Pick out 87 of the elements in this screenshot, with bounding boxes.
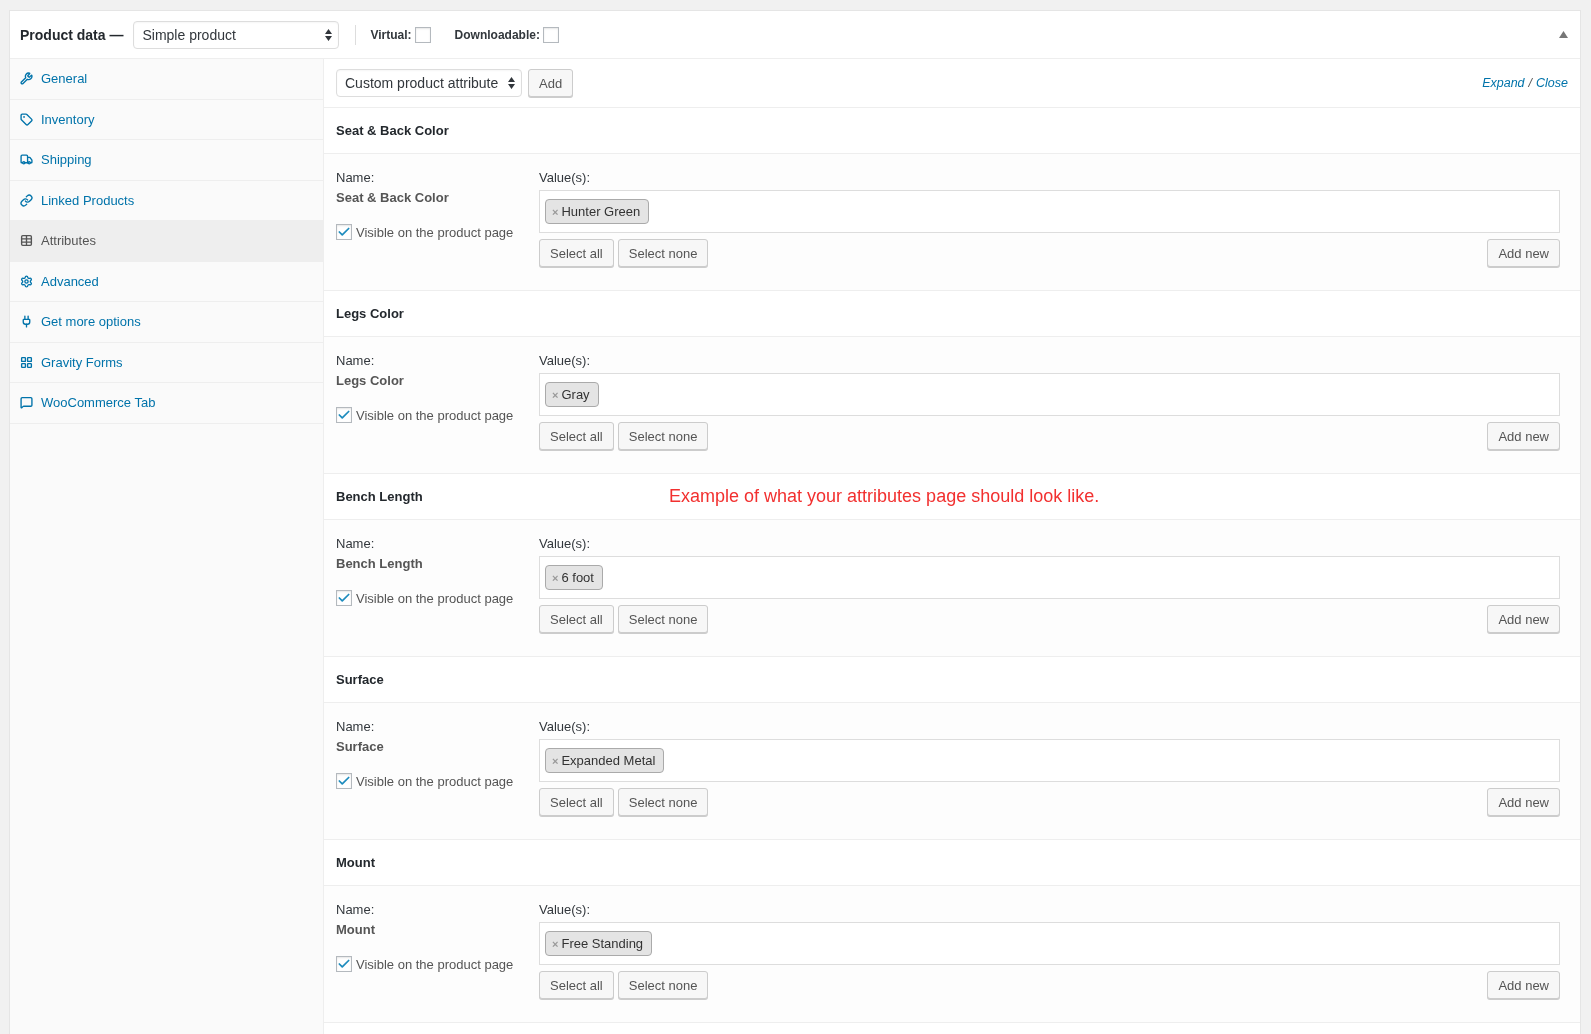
select-button[interactable]: Select all <box>539 605 614 633</box>
annotation-text: Example of what your attributes page should look like. <box>669 486 1100 507</box>
select-button[interactable]: Select all <box>539 422 614 450</box>
values-label: Value(s): <box>539 718 592 736</box>
sidebar-tab[interactable]: Gravity Forms <box>10 342 323 383</box>
values-label: Value(s): <box>539 169 592 187</box>
expand-link[interactable]: Expand <box>1482 76 1525 90</box>
attribute-name: Surface <box>336 738 385 756</box>
tag-label: Gray <box>561 387 590 402</box>
close-link[interactable]: Close <box>1536 76 1568 90</box>
values-field[interactable]: × Free Standing <box>539 922 1560 965</box>
checkbox-label: Visible on the product page <box>356 773 514 789</box>
attribute-name: Legs Color <box>336 372 405 390</box>
values-field[interactable]: × Gray <box>539 373 1560 416</box>
sidebar-tab[interactable]: Shipping <box>10 140 323 181</box>
sidebar-tab[interactable]: Advanced <box>10 261 323 302</box>
panel-title: Product data — <box>20 26 124 43</box>
select-button[interactable]: Select none <box>617 239 709 267</box>
collapse-triangle-icon[interactable] <box>1559 31 1568 38</box>
add-new-button[interactable]: Add new <box>1487 605 1560 633</box>
sidebar-tab[interactable]: General <box>10 59 323 100</box>
link-icon <box>20 193 33 207</box>
checkbox-label: Visible on the product page <box>356 224 514 240</box>
checkbox[interactable] <box>414 26 431 43</box>
select-arrows-icon <box>508 77 515 89</box>
attribute-select[interactable]: Custom product attribute <box>336 69 522 97</box>
tag-icon <box>20 112 33 126</box>
select-button[interactable]: Select none <box>617 971 709 999</box>
name-label: Name: <box>336 718 376 736</box>
add-button[interactable]: Add <box>528 69 574 97</box>
name-label: Name: <box>336 169 376 187</box>
name-label: Name: <box>336 535 376 553</box>
tag-label: 6 foot <box>561 570 594 585</box>
tag-label: Expanded Metal <box>561 753 656 768</box>
option-label: Virtual: <box>370 27 412 42</box>
values-field[interactable]: × Expanded Metal <box>539 739 1560 782</box>
checkbox[interactable] <box>336 956 352 972</box>
values-label: Value(s): <box>539 535 592 553</box>
wrench-icon <box>20 72 33 86</box>
add-new-button[interactable]: Add new <box>1487 971 1560 999</box>
add-new-button[interactable]: Add new <box>1487 788 1560 816</box>
table-icon <box>20 234 33 248</box>
values-field[interactable]: × Hunter Green <box>539 190 1560 233</box>
select-arrows-icon <box>325 28 333 41</box>
checkbox[interactable] <box>336 224 352 240</box>
product-type-select[interactable]: Simple product <box>133 20 340 49</box>
sidebar-tab[interactable]: Inventory <box>10 99 323 140</box>
select-button[interactable]: Select all <box>539 239 614 267</box>
select-button[interactable]: Select all <box>539 971 614 999</box>
checkbox[interactable] <box>336 590 352 606</box>
sidebar-tab[interactable]: WooCommerce Tab <box>10 383 323 424</box>
select-button[interactable]: Select all <box>539 788 614 816</box>
name-label: Name: <box>336 901 376 919</box>
attribute-name: Mount <box>336 921 376 939</box>
checkbox[interactable] <box>336 407 352 423</box>
add-new-button[interactable]: Add new <box>1487 239 1560 267</box>
checkbox-label: Visible on the product page <box>356 956 514 972</box>
chat-bubble-icon <box>20 396 33 410</box>
select-button[interactable]: Select none <box>617 605 709 633</box>
sidebar-tab[interactable]: Get more options <box>10 302 323 343</box>
sidebar-tab[interactable]: Attributes <box>10 221 323 262</box>
checkbox-label: Visible on the product page <box>356 590 514 606</box>
plug-icon <box>20 315 33 329</box>
values-label: Value(s): <box>539 901 592 919</box>
add-new-button[interactable]: Add new <box>1487 422 1560 450</box>
option-label: Downloadable: <box>454 27 540 42</box>
attribute-title: Mount <box>336 855 376 870</box>
grid-icon <box>20 355 33 369</box>
attribute-title: Bench Length <box>336 489 424 504</box>
select-button[interactable]: Select none <box>617 422 709 450</box>
settings-icon <box>20 274 33 288</box>
separator: / <box>1528 76 1533 90</box>
tag-label: Free Standing <box>561 936 644 951</box>
truck-icon <box>20 153 33 167</box>
tag-label: Hunter Green <box>561 204 641 219</box>
checkbox[interactable] <box>336 773 352 789</box>
attribute-title: Legs Color <box>336 306 405 321</box>
checkbox-label: Visible on the product page <box>356 407 514 423</box>
attribute-name: Seat & Back Color <box>336 189 450 207</box>
name-label: Name: <box>336 352 376 370</box>
attribute-title: Surface <box>336 672 385 687</box>
values-field[interactable]: × 6 foot <box>539 556 1560 599</box>
checkbox[interactable] <box>542 26 559 43</box>
select-button[interactable]: Select none <box>617 788 709 816</box>
values-label: Value(s): <box>539 352 592 370</box>
attribute-name: Bench Length <box>336 555 424 573</box>
attribute-title: Seat & Back Color <box>336 123 450 138</box>
